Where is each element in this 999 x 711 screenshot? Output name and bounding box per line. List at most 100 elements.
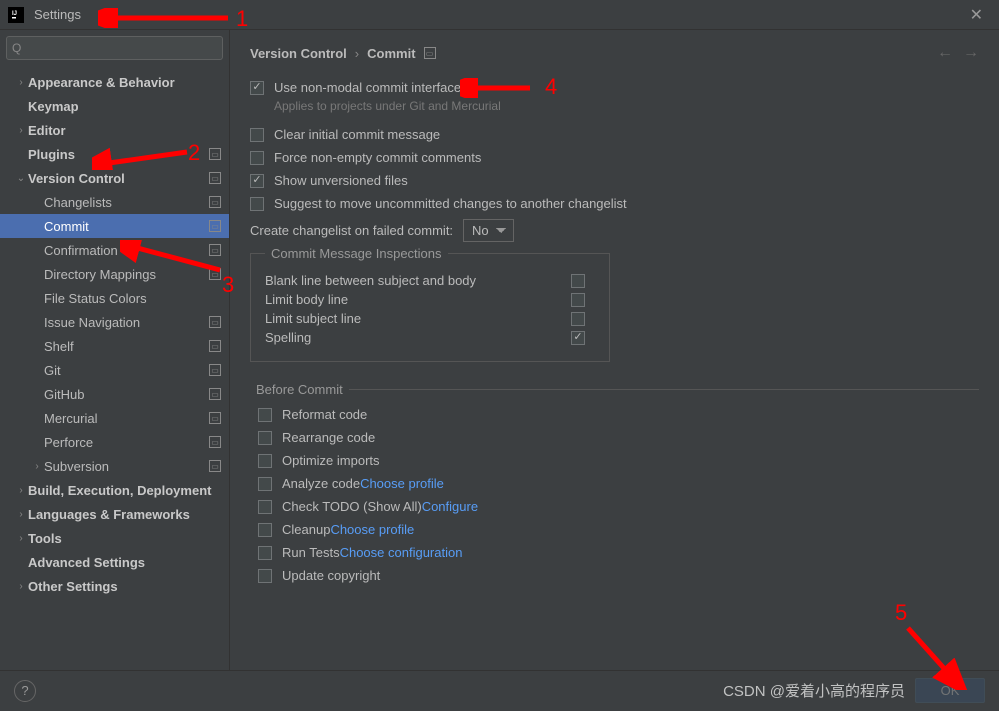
inspection-label: Limit body line: [265, 292, 571, 307]
scope-badge-icon: ▭: [209, 364, 221, 376]
sidebar-item-commit[interactable]: Commit▭: [0, 214, 229, 238]
scope-badge-icon: ▭: [209, 340, 221, 352]
ok-button[interactable]: OK: [915, 678, 985, 703]
sidebar-item-issue-navigation[interactable]: Issue Navigation▭: [0, 310, 229, 334]
help-button[interactable]: ?: [14, 680, 36, 702]
sidebar: Q ›Appearance & BehaviorKeymap›EditorPlu…: [0, 30, 230, 670]
use-nonmodal-checkbox[interactable]: [250, 81, 264, 95]
before-commit-label: Run Tests: [282, 545, 340, 560]
sidebar-item-file-status-colors[interactable]: File Status Colors: [0, 286, 229, 310]
chevron-icon: ›: [14, 509, 28, 520]
before-commit-label: Check TODO (Show All): [282, 499, 422, 514]
sidebar-item-editor[interactable]: ›Editor: [0, 118, 229, 142]
before-commit-link[interactable]: Configure: [422, 499, 478, 514]
sidebar-item-label: Subversion: [44, 459, 205, 474]
sidebar-item-mercurial[interactable]: Mercurial▭: [0, 406, 229, 430]
before-commit-checkbox[interactable]: [258, 408, 272, 422]
before-commit-link[interactable]: Choose configuration: [340, 545, 463, 560]
close-icon[interactable]: ✕: [962, 5, 991, 25]
sidebar-item-build-execution-deployment[interactable]: ›Build, Execution, Deployment: [0, 478, 229, 502]
before-commit-checkbox[interactable]: [258, 569, 272, 583]
before-commit-checkbox[interactable]: [258, 546, 272, 560]
before-commit-legend: Before Commit: [250, 382, 349, 397]
sidebar-item-directory-mappings[interactable]: Directory Mappings▭: [0, 262, 229, 286]
sidebar-item-label: Directory Mappings: [44, 267, 205, 282]
sidebar-item-label: Keymap: [28, 99, 221, 114]
before-commit-label: Update copyright: [282, 568, 380, 583]
show-unversioned-checkbox[interactable]: [250, 174, 264, 188]
sidebar-item-subversion[interactable]: ›Subversion ▭: [0, 454, 229, 478]
sidebar-item-label: Build, Execution, Deployment: [28, 483, 221, 498]
before-commit-link[interactable]: Choose profile: [360, 476, 444, 491]
sidebar-item-tools[interactable]: ›Tools: [0, 526, 229, 550]
content-panel: Version Control › Commit ▭ ← → Use non-m…: [230, 30, 999, 670]
before-commit-checkbox[interactable]: [258, 477, 272, 491]
before-commit-checkbox[interactable]: [258, 500, 272, 514]
chevron-icon: ›: [30, 461, 44, 472]
sidebar-item-languages-frameworks[interactable]: ›Languages & Frameworks: [0, 502, 229, 526]
sidebar-item-label: Other Settings: [28, 579, 221, 594]
inspections-legend: Commit Message Inspections: [265, 246, 448, 261]
inspection-checkbox[interactable]: [571, 274, 585, 288]
scope-badge-icon: ▭: [209, 460, 221, 472]
sidebar-item-perforce[interactable]: Perforce▭: [0, 430, 229, 454]
inspection-checkbox[interactable]: [571, 293, 585, 307]
chevron-icon: ›: [14, 533, 28, 544]
before-commit-checkbox[interactable]: [258, 431, 272, 445]
suggest-move-checkbox[interactable]: [250, 197, 264, 211]
sidebar-item-label: Changelists: [44, 195, 205, 210]
chevron-icon: ›: [14, 77, 28, 88]
sidebar-item-label: Shelf: [44, 339, 205, 354]
sidebar-item-appearance-behavior[interactable]: ›Appearance & Behavior: [0, 70, 229, 94]
breadcrumb-leaf: Commit: [367, 46, 415, 61]
changelist-fail-label: Create changelist on failed commit:: [250, 223, 453, 238]
before-commit-group: Before Commit Reformat code Rearrange co…: [250, 382, 979, 605]
sidebar-item-other-settings[interactable]: ›Other Settings: [0, 574, 229, 598]
scope-badge-icon: ▭: [424, 47, 436, 59]
window-title: Settings: [34, 7, 81, 22]
footer: ? CSDN @爱着小高的程序员 OK: [0, 670, 999, 710]
sidebar-item-github[interactable]: GitHub▭: [0, 382, 229, 406]
nav-fwd-icon[interactable]: →: [963, 44, 979, 62]
app-icon: IJ: [8, 7, 24, 23]
before-commit-label: Reformat code: [282, 407, 367, 422]
inspection-checkbox[interactable]: [571, 331, 585, 345]
before-commit-checkbox[interactable]: [258, 523, 272, 537]
breadcrumb-sep-icon: ›: [355, 46, 359, 61]
sidebar-item-label: Git: [44, 363, 205, 378]
nonmodal-hint: Applies to projects under Git and Mercur…: [274, 99, 979, 113]
sidebar-item-label: Confirmation: [44, 243, 205, 258]
before-commit-checkbox[interactable]: [258, 454, 272, 468]
chevron-icon: ⌄: [14, 173, 28, 184]
force-nonempty-checkbox[interactable]: [250, 151, 264, 165]
sidebar-item-changelists[interactable]: Changelists ▭: [0, 190, 229, 214]
suggest-move-label: Suggest to move uncommitted changes to a…: [274, 196, 627, 211]
nav-back-icon[interactable]: ←: [937, 44, 953, 62]
sidebar-item-label: Tools: [28, 531, 221, 546]
before-commit-link[interactable]: Choose profile: [330, 522, 414, 537]
clear-msg-label: Clear initial commit message: [274, 127, 440, 142]
search-input[interactable]: [6, 36, 223, 60]
scope-badge-icon: ▭: [209, 196, 221, 208]
changelist-fail-select[interactable]: No: [463, 219, 514, 242]
sidebar-item-confirmation[interactable]: Confirmation▭: [0, 238, 229, 262]
sidebar-item-label: Version Control: [28, 171, 205, 186]
inspection-label: Blank line between subject and body: [265, 273, 571, 288]
sidebar-item-shelf[interactable]: Shelf ▭: [0, 334, 229, 358]
annotation-2: 2: [188, 140, 200, 166]
annotation-4: 4: [545, 74, 557, 100]
use-nonmodal-label: Use non-modal commit interface: [274, 80, 461, 95]
sidebar-item-advanced-settings[interactable]: Advanced Settings: [0, 550, 229, 574]
chevron-icon: ›: [14, 581, 28, 592]
sidebar-item-git[interactable]: Git ▭: [0, 358, 229, 382]
breadcrumb-root[interactable]: Version Control: [250, 46, 347, 61]
inspection-checkbox[interactable]: [571, 312, 585, 326]
sidebar-item-version-control[interactable]: ⌄Version Control▭: [0, 166, 229, 190]
before-commit-label: Rearrange code: [282, 430, 375, 445]
sidebar-item-label: Languages & Frameworks: [28, 507, 221, 522]
clear-msg-checkbox[interactable]: [250, 128, 264, 142]
scope-badge-icon: ▭: [209, 316, 221, 328]
scope-badge-icon: ▭: [209, 436, 221, 448]
sidebar-item-keymap[interactable]: Keymap: [0, 94, 229, 118]
before-commit-label: Cleanup: [282, 522, 330, 537]
